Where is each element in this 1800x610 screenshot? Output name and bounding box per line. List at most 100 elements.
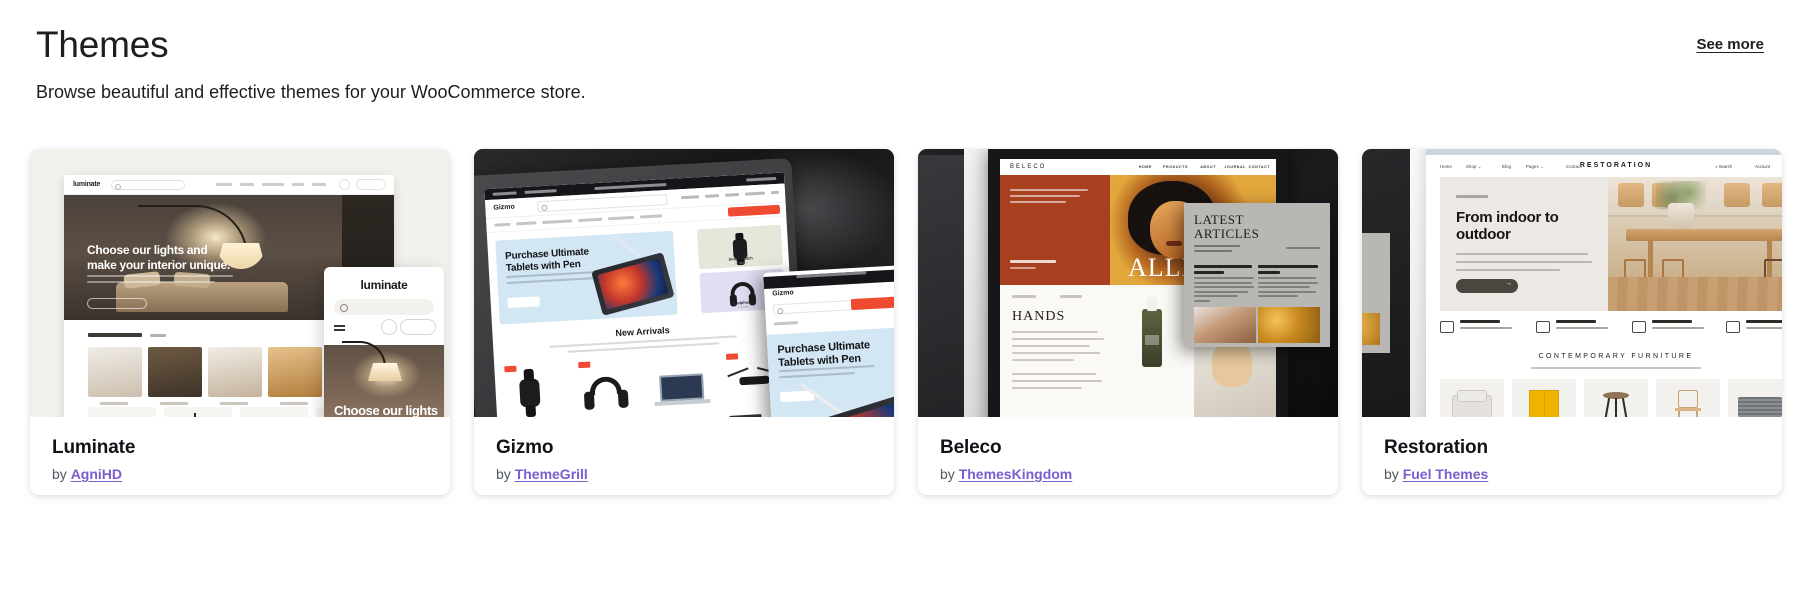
department-caption bbox=[280, 402, 308, 405]
desktop-mockup: Order Hanzlee furniture today and we can… bbox=[1426, 149, 1782, 417]
hero-text-panel: From indoor to outdoor bbox=[1440, 177, 1608, 311]
model-lip-shape bbox=[1166, 241, 1182, 246]
product-card bbox=[240, 407, 308, 417]
product-card bbox=[502, 363, 573, 417]
mockup-logo: luminate bbox=[73, 181, 101, 188]
product-name bbox=[729, 414, 762, 417]
product-body-line bbox=[1012, 338, 1104, 340]
theme-name: Beleco bbox=[940, 437, 1002, 458]
section-sub-line bbox=[1531, 367, 1701, 369]
product-card bbox=[1728, 379, 1782, 417]
product-card bbox=[1584, 379, 1648, 417]
nav-item-blog: Blog bbox=[1502, 164, 1512, 169]
mockup-hero: Purchase Ultimate Tablets with Pen bbox=[495, 230, 678, 325]
page-title: Themes bbox=[36, 24, 169, 65]
articles-heading: LATEST ARTICLES bbox=[1194, 212, 1260, 241]
stylus-pen-shape bbox=[608, 232, 641, 257]
sale-badge bbox=[504, 365, 517, 373]
nav-item-home: HOME bbox=[1138, 165, 1152, 169]
article-thumbnail bbox=[1362, 313, 1380, 345]
hero-image-panel bbox=[1608, 177, 1782, 311]
department-card bbox=[208, 347, 262, 397]
articles-see-all-link bbox=[1286, 247, 1320, 249]
product-body-line bbox=[1012, 380, 1102, 382]
hero-body-line bbox=[1456, 253, 1588, 255]
product-body-line bbox=[1012, 352, 1100, 354]
stool-icon bbox=[1603, 392, 1629, 417]
department-card bbox=[148, 347, 202, 397]
hero-body-line bbox=[1456, 269, 1560, 271]
theme-name: Luminate bbox=[52, 437, 136, 458]
product-card bbox=[1440, 379, 1504, 417]
nav-item-about: ABOUT bbox=[1200, 165, 1216, 169]
topbar-link bbox=[492, 191, 517, 196]
card-meta: Luminate by AgniHD bbox=[30, 417, 450, 495]
phone-logo: Gizmo bbox=[772, 289, 794, 298]
see-more-link[interactable]: See more bbox=[1696, 36, 1764, 53]
section-heading-shop bbox=[88, 333, 142, 337]
theme-author-link[interactable]: ThemesKingdom bbox=[959, 466, 1073, 482]
tablet-screen: Gizmo Purchase Ultimate Tablets with Pen… bbox=[484, 172, 801, 417]
subnav-item bbox=[542, 219, 573, 225]
hero-body-line bbox=[778, 372, 855, 379]
product-card bbox=[1512, 379, 1576, 417]
product-body-line bbox=[1012, 345, 1090, 347]
subnav-cta-button bbox=[727, 204, 781, 217]
theme-card-gizmo[interactable]: Gizmo Purchase Ultimate Tablets with Pen… bbox=[474, 149, 894, 495]
theme-author-link[interactable]: Fuel Themes bbox=[1403, 466, 1489, 482]
dining-table-shape bbox=[1626, 229, 1782, 241]
department-caption bbox=[160, 402, 188, 405]
phone-cta-button bbox=[850, 296, 894, 311]
basket-shape bbox=[1724, 183, 1750, 207]
mockup-navbar: BELECO HOME PRODUCTS ABOUT JOURNAL CONTA… bbox=[1000, 159, 1276, 175]
adjacent-device-white-edge bbox=[964, 149, 990, 417]
theme-author-link[interactable]: ThemeGrill bbox=[515, 466, 588, 482]
adjacent-articles-panel: LATESTARTICLES bbox=[1362, 233, 1390, 353]
theme-preview-luminate: luminate Choose our lights and make your… bbox=[30, 149, 450, 417]
nav-item-journal: JOURNAL bbox=[1224, 165, 1246, 169]
social-icons bbox=[746, 176, 777, 182]
theme-name: Gizmo bbox=[496, 437, 554, 458]
hamburger-menu-icon bbox=[334, 325, 345, 327]
subnav-item bbox=[516, 221, 537, 226]
card-meta: Beleco by ThemesKingdom bbox=[918, 417, 1338, 495]
nav-item-products: PRODUCTS bbox=[1163, 165, 1188, 169]
section-heading: CONTEMPORARY FURNITURE bbox=[1538, 353, 1694, 360]
bench-icon bbox=[1738, 397, 1782, 417]
mobile-search-field bbox=[334, 299, 434, 315]
department-caption bbox=[220, 402, 248, 405]
subnav-item bbox=[608, 215, 635, 221]
phone-topbar bbox=[763, 269, 894, 289]
mockup-nav-item bbox=[724, 192, 740, 197]
nav-item-home: Home bbox=[1440, 164, 1452, 169]
mockup-account-icon bbox=[339, 179, 350, 190]
hero-cta-button bbox=[507, 296, 540, 309]
mockup-logo: RESTORATION bbox=[1579, 162, 1653, 169]
theme-author-line: by ThemeGrill bbox=[496, 466, 872, 482]
page-subtitle: Browse beautiful and effective themes fo… bbox=[36, 82, 586, 102]
mockup-nav-item bbox=[240, 183, 254, 186]
product-card bbox=[88, 407, 156, 417]
assembly-icon bbox=[1440, 321, 1454, 333]
by-prefix: by bbox=[496, 466, 511, 482]
theme-author-line: by Fuel Themes bbox=[1384, 466, 1760, 482]
theme-card-beleco[interactable]: BELECO HOME PRODUCTS ABOUT JOURNAL CONTA… bbox=[918, 149, 1338, 495]
theme-card-luminate[interactable]: luminate Choose our lights and make your… bbox=[30, 149, 450, 495]
category-card-smartwatch: Smart Watch 12 items bbox=[696, 224, 784, 270]
hero-body-line bbox=[87, 281, 215, 283]
theme-card-restoration[interactable]: LATESTARTICLES Order Hanzlee furniture t… bbox=[1362, 149, 1782, 495]
subnav-item bbox=[578, 217, 603, 223]
card-meta: Restoration by Fuel Themes bbox=[1362, 417, 1782, 495]
feature-row bbox=[1426, 315, 1782, 349]
vase-shape bbox=[1668, 203, 1694, 229]
theme-author-link[interactable]: AgniHD bbox=[71, 466, 122, 482]
return-icon bbox=[1726, 321, 1740, 333]
hero-body-line bbox=[1456, 261, 1592, 263]
search-icon: ⌕ Search bbox=[1715, 164, 1732, 169]
article-thumbnail bbox=[1194, 307, 1256, 343]
theme-preview-restoration: LATESTARTICLES Order Hanzlee furniture t… bbox=[1362, 149, 1782, 417]
product-card bbox=[650, 355, 721, 417]
headphones-icon bbox=[729, 281, 755, 296]
lamp-shade-shape bbox=[368, 363, 402, 381]
product-card bbox=[1656, 379, 1720, 417]
